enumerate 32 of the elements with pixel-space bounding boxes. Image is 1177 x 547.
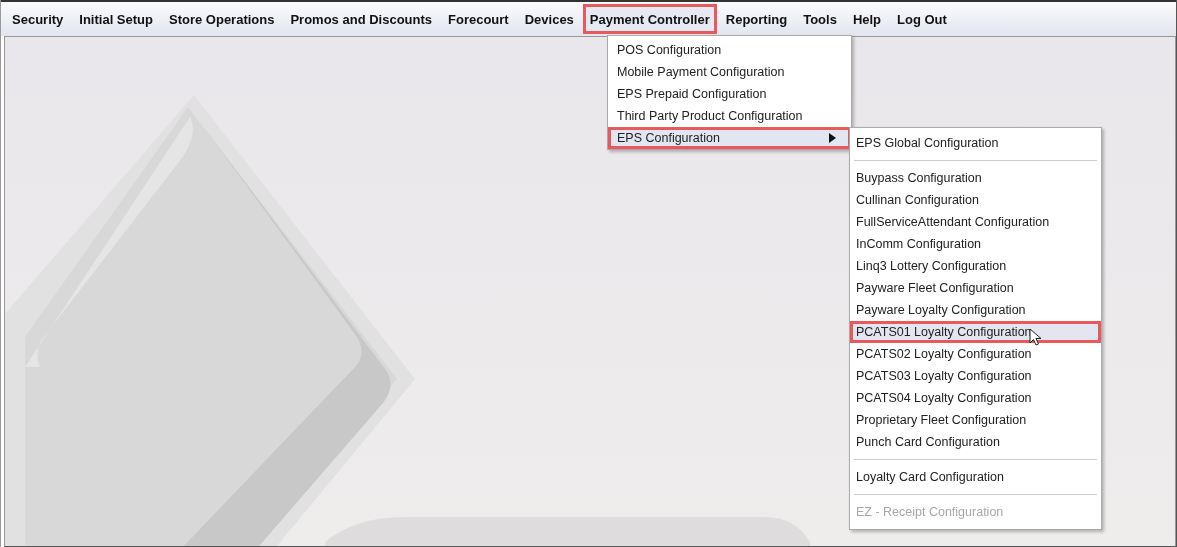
menu-item[interactable]: EPS Configuration	[608, 127, 851, 149]
menu-item[interactable]: POS Configuration	[608, 39, 851, 61]
menu-bar-item[interactable]: Security	[5, 4, 71, 34]
menu-item[interactable]: InComm Configuration	[850, 233, 1101, 255]
menu-item[interactable]: Linq3 Lottery Configuration	[850, 255, 1101, 277]
menu-bar-item[interactable]: Initial Setup	[72, 4, 160, 34]
menu-bar-item[interactable]: Forecourt	[441, 4, 516, 34]
menu-item[interactable]: PCATS01 Loyalty Configuration	[850, 321, 1101, 343]
menu-item[interactable]: PCATS04 Loyalty Configuration	[850, 387, 1101, 409]
menu-bar-item[interactable]: Help	[845, 4, 889, 34]
menu-bar-item[interactable]: Promos and Discounts	[283, 4, 440, 34]
mouse-pointer-icon	[1029, 328, 1043, 348]
menu-bar-item[interactable]: Log Out	[890, 4, 954, 34]
menu-bar-item[interactable]: Reporting	[718, 4, 795, 34]
menu-item[interactable]: Payware Fleet Configuration	[850, 277, 1101, 299]
menu-bar-item[interactable]: Devices	[517, 4, 581, 34]
menu-item[interactable]: PCATS03 Loyalty Configuration	[850, 365, 1101, 387]
menu-item[interactable]: EPS Prepaid Configuration	[608, 83, 851, 105]
menu-item[interactable]: Cullinan Configuration	[850, 189, 1101, 211]
menu-bar-item[interactable]: Payment Controller	[582, 4, 717, 34]
menu-bar-item[interactable]: Store Operations	[162, 4, 282, 34]
menu-item[interactable]: Loyalty Card Configuration	[850, 466, 1101, 488]
menu-item[interactable]: Buypass Configuration	[850, 167, 1101, 189]
menu-item[interactable]: Third Party Product Configuration	[608, 105, 851, 127]
menu-item[interactable]: Payware Loyalty Configuration	[850, 299, 1101, 321]
menu-item[interactable]: FullServiceAttendant Configuration	[850, 211, 1101, 233]
menu-item[interactable]: PCATS02 Loyalty Configuration	[850, 343, 1101, 365]
menu-item[interactable]: Proprietary Fleet Configuration	[850, 409, 1101, 431]
menu-item[interactable]: Mobile Payment Configuration	[608, 61, 851, 83]
menu-bar-item[interactable]: Tools	[796, 4, 844, 34]
menu-item[interactable]: EPS Global Configuration	[850, 132, 1101, 154]
menu-item[interactable]: Punch Card Configuration	[850, 431, 1101, 453]
